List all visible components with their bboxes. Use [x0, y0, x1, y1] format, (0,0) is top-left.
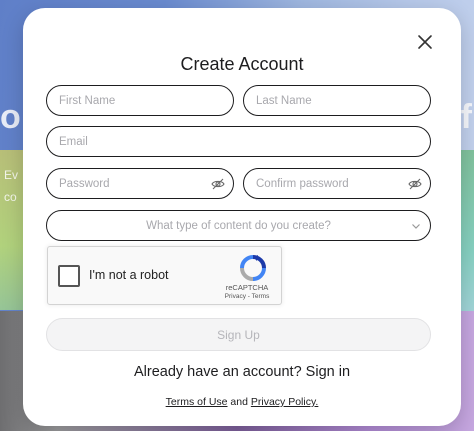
recaptcha-terms-link[interactable]: Terms: [252, 293, 270, 300]
signin-prompt-text: Already have an account?: [133, 364, 306, 380]
confirm-password-input[interactable]: [244, 169, 430, 198]
background-text-line-1: Ev: [4, 168, 19, 182]
legal-links: Terms of Use and Privacy Policy.: [23, 396, 461, 408]
background-text-line-2: co: [4, 190, 17, 204]
first-name-field[interactable]: [46, 85, 234, 116]
terms-of-use-link[interactable]: Terms of Use: [166, 396, 228, 408]
content-type-select[interactable]: What type of content do you create?: [46, 210, 431, 241]
password-field[interactable]: [46, 168, 234, 199]
recaptcha-label: I'm not a robot: [89, 268, 169, 282]
confirm-password-field[interactable]: [243, 168, 431, 199]
sign-up-button[interactable]: Sign Up: [46, 318, 431, 351]
recaptcha-widget: I'm not a robot reCAPTCHA Privacy - Term…: [47, 246, 282, 305]
content-type-selected: What type of content do you create?: [146, 219, 331, 232]
recaptcha-privacy-link[interactable]: Privacy: [225, 293, 246, 300]
background-heading-left: o: [0, 98, 21, 136]
email-input[interactable]: [47, 127, 430, 156]
recaptcha-checkbox[interactable]: [58, 265, 80, 287]
legal-and-text: and: [227, 396, 251, 408]
email-field[interactable]: [46, 126, 431, 157]
eye-slash-icon[interactable]: [211, 177, 225, 191]
background-heading-right: f: [460, 98, 472, 136]
recaptcha-logo-icon: [240, 255, 266, 281]
password-input[interactable]: [47, 169, 233, 198]
sign-in-link[interactable]: Sign in: [306, 364, 350, 380]
close-icon[interactable]: [417, 34, 433, 50]
eye-slash-icon[interactable]: [408, 177, 422, 191]
privacy-policy-link[interactable]: Privacy Policy.: [251, 396, 319, 408]
create-account-modal: Create Account What type of content do y…: [23, 8, 461, 426]
first-name-input[interactable]: [47, 86, 233, 115]
last-name-input[interactable]: [244, 86, 430, 115]
recaptcha-links: Privacy - Terms: [222, 293, 272, 300]
chevron-down-icon: [412, 224, 420, 229]
recaptcha-brand: reCAPTCHA: [225, 283, 269, 292]
signin-prompt: Already have an account? Sign in: [23, 364, 461, 380]
last-name-field[interactable]: [243, 85, 431, 116]
modal-title: Create Account: [180, 54, 304, 74]
